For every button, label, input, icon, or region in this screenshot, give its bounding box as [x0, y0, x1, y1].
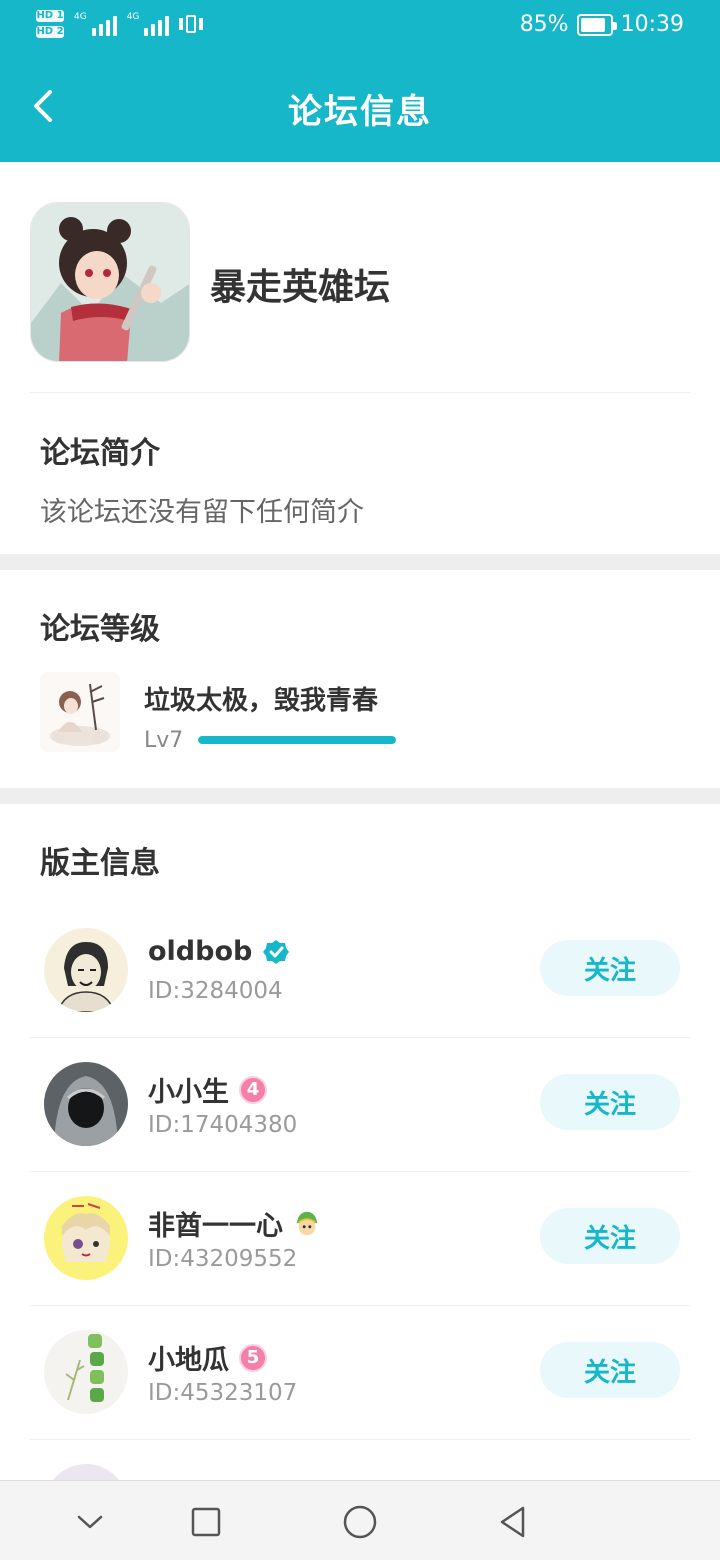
status-right: 85% 10:39	[520, 12, 684, 37]
follow-button[interactable]: 关注	[540, 1074, 680, 1130]
level-progress-fill	[198, 736, 396, 744]
moderator-name: 小小生 4	[148, 1070, 267, 1109]
nav-bar: 论坛信息	[0, 60, 720, 152]
level-name: 垃圾太极，毁我青春	[144, 686, 379, 716]
level-progress-bar	[198, 736, 396, 744]
home-button[interactable]	[335, 1497, 385, 1547]
recents-button[interactable]	[181, 1497, 231, 1547]
moderator-name: 小地瓜 5	[148, 1338, 267, 1377]
moderator-id: ID:17404380	[148, 1112, 298, 1138]
follow-button[interactable]: 关注	[540, 940, 680, 996]
moderator-id: ID:43209552	[148, 1246, 298, 1272]
forum-header: 暴走英雄坛	[30, 202, 690, 362]
divider	[30, 392, 690, 393]
hd-1-icon: HD 1	[36, 10, 64, 22]
moderator-row[interactable]: 小小生 4 ID:17404380 关注	[30, 1038, 690, 1172]
chevron-down-icon	[77, 1515, 103, 1529]
forum-avatar	[30, 202, 190, 362]
intro-text: 该论坛还没有留下任何简介	[40, 497, 364, 528]
system-nav-bar	[0, 1480, 720, 1560]
character-badge	[293, 1210, 321, 1238]
circle-icon	[343, 1505, 377, 1539]
network-type-2: 4G	[126, 12, 140, 22]
follow-button[interactable]: 关注	[540, 1342, 680, 1398]
status-bar: HD 1 HD 2 4G 4G 85% 10:39	[0, 0, 720, 52]
signal-1-icon: 4G	[74, 12, 117, 36]
hd-2-icon: HD 2	[36, 26, 64, 38]
moderator-row[interactable]: oldbob ID:3284004 关注	[30, 904, 690, 1038]
battery-percent: 85%	[519, 12, 569, 37]
moderator-name-text: 小地瓜	[148, 1345, 229, 1376]
moderators-title: 版主信息	[40, 846, 160, 881]
moderator-name: 非酋一一心	[148, 1204, 321, 1243]
moderator-id: ID:45323107	[148, 1380, 298, 1406]
page-title: 论坛信息	[288, 92, 432, 132]
battery-icon	[576, 13, 617, 36]
network-type-1: 4G	[74, 12, 87, 22]
moderator-row[interactable]: 小地瓜 5 ID:45323107 关注	[30, 1306, 690, 1440]
square-icon	[191, 1507, 221, 1537]
moderator-name-text: 小小生	[148, 1077, 229, 1108]
moderator-name-text: oldbob	[148, 936, 253, 967]
section-gap	[0, 788, 720, 804]
verified-icon	[262, 938, 290, 966]
avatar[interactable]	[44, 928, 128, 1012]
signal-2-icon: 4G	[127, 12, 170, 36]
section-gap	[0, 554, 720, 570]
status-left: HD 1 HD 2 4G 4G	[36, 10, 204, 38]
vibrate-icon	[179, 12, 204, 36]
hide-nav-button[interactable]	[65, 1497, 115, 1547]
avatar[interactable]	[44, 1330, 128, 1414]
level-image	[40, 672, 120, 752]
avatar[interactable]	[44, 1062, 128, 1146]
moderator-name: oldbob	[148, 936, 290, 967]
level-4-badge: 4	[239, 1075, 267, 1104]
back-nav-button[interactable]	[488, 1497, 538, 1547]
moderator-name-text: 非酋一一心	[148, 1211, 283, 1242]
top-bar: HD 1 HD 2 4G 4G 85% 10:39 论坛信息	[0, 0, 720, 162]
moderator-row[interactable]: 非酋一一心 ID:43209552 关注	[30, 1172, 690, 1306]
hd-indicators: HD 1 HD 2	[36, 10, 64, 38]
intro-title: 论坛简介	[40, 436, 160, 471]
follow-button[interactable]: 关注	[540, 1208, 680, 1264]
moderator-id: ID:3284004	[148, 978, 283, 1004]
avatar[interactable]	[44, 1196, 128, 1280]
level-title: 论坛等级	[40, 612, 160, 647]
forum-name: 暴走英雄坛	[210, 267, 391, 308]
level-tag: Lv7	[144, 728, 184, 753]
clock: 10:39	[620, 12, 684, 37]
triangle-back-icon	[500, 1506, 525, 1538]
level-5-badge: 5	[239, 1343, 267, 1372]
